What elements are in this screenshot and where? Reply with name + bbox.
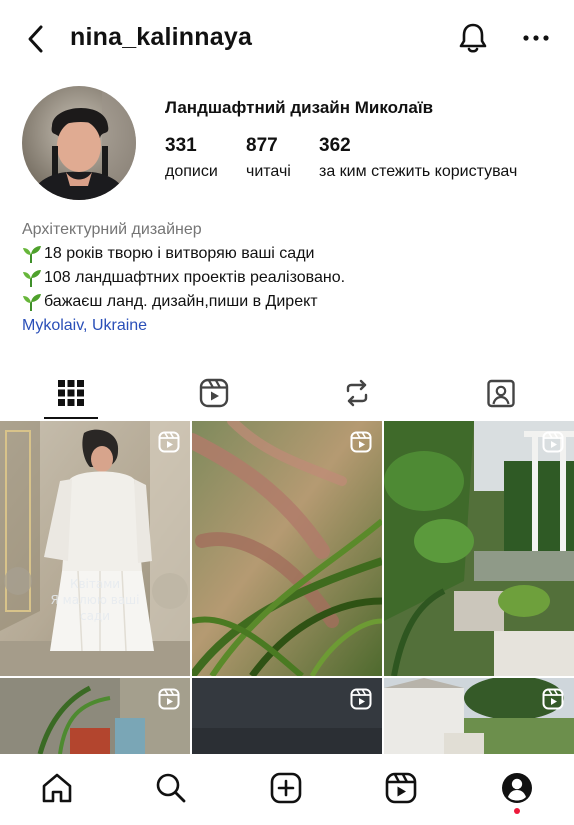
- post-overlay-line: сади: [79, 609, 111, 623]
- active-tab-indicator: [44, 417, 98, 419]
- grid-post[interactable]: [192, 421, 382, 676]
- nav-profile[interactable]: [497, 768, 537, 808]
- tab-reels[interactable]: [184, 370, 244, 416]
- tab-reposts[interactable]: [327, 370, 387, 416]
- bio-line: 18 років творю і витворяю ваші сади: [22, 242, 562, 266]
- home-icon: [42, 773, 72, 803]
- stat-posts-label: дописи: [165, 163, 218, 180]
- stat-posts[interactable]: 331 дописи: [165, 135, 218, 181]
- profile-avatar[interactable]: [22, 86, 136, 200]
- posts-grid: Квітами Я малюю ваші сади: [0, 421, 574, 754]
- profile-notification-dot: [514, 808, 520, 814]
- tab-tagged[interactable]: [471, 370, 531, 416]
- tagged-user-icon: [487, 379, 515, 408]
- back-button[interactable]: [22, 22, 54, 56]
- bio-line-text: бажаєш ланд. дизайн,пиши в Директ: [44, 293, 318, 310]
- post-thumbnail: [0, 421, 190, 676]
- stat-followers-count: 877: [246, 135, 278, 156]
- stat-followers-label: читачі: [246, 163, 291, 180]
- grid-post[interactable]: [0, 678, 190, 754]
- bio-line: бажаєш ланд. дизайн,пиши в Директ: [22, 290, 562, 314]
- top-bar: nina_kalinnaya: [0, 0, 574, 76]
- nav-reels[interactable]: [381, 768, 421, 808]
- avatar-photo: [22, 86, 136, 200]
- bio-line-text: 18 років творю і витворяю ваші сади: [44, 245, 315, 262]
- notifications-button[interactable]: [456, 20, 490, 56]
- post-overlay-line: Квітами: [69, 577, 121, 591]
- stat-following-count: 362: [319, 135, 351, 156]
- bio-category: Архітектурний дизайнер: [22, 221, 202, 238]
- post-thumbnail: [192, 421, 382, 676]
- profile-bio: Архітектурний дизайнер 18 років творю і …: [22, 218, 562, 338]
- bell-icon: [459, 23, 487, 53]
- add-post-icon: [270, 772, 302, 804]
- repost-icon: [346, 379, 368, 407]
- bottom-navigation: [0, 754, 574, 825]
- reels-icon: [385, 772, 417, 804]
- seedling-icon: [23, 246, 41, 263]
- profile-icon: [502, 773, 532, 803]
- bio-location-link[interactable]: Mykolaiv, Ukraine: [22, 314, 562, 338]
- stat-followers[interactable]: 877 читачі: [246, 135, 291, 181]
- more-horizontal-icon: [523, 35, 549, 41]
- grid-post[interactable]: Квітами Я малюю ваші сади: [0, 421, 190, 676]
- nav-search[interactable]: [151, 768, 191, 808]
- reel-badge-icon: [158, 688, 180, 710]
- post-overlay-caption: Квітами Я малюю ваші сади: [0, 576, 190, 624]
- profile-tabs: [0, 370, 574, 420]
- nav-create[interactable]: [266, 768, 306, 808]
- bio-line-text: 108 ландшафтних проектів реалізовано.: [44, 269, 346, 286]
- reel-badge-icon: [350, 688, 372, 710]
- stat-following[interactable]: 362 за ким стежить користувач: [319, 135, 517, 181]
- seedling-icon: [23, 270, 41, 287]
- stat-posts-count: 331: [165, 135, 197, 156]
- grid-icon: [58, 380, 84, 406]
- grid-post[interactable]: [192, 678, 382, 754]
- reel-badge-icon: [542, 688, 564, 710]
- nav-home[interactable]: [37, 768, 77, 808]
- tab-posts-grid[interactable]: [41, 370, 101, 416]
- seedling-icon: [23, 294, 41, 311]
- post-overlay-line: Я малюю ваші: [50, 593, 140, 607]
- profile-username[interactable]: nina_kalinnaya: [70, 23, 252, 52]
- post-thumbnail: [384, 421, 574, 676]
- profile-display-name: Ландшафтний дизайн Миколаїв: [165, 98, 434, 117]
- reel-badge-icon: [158, 431, 180, 453]
- bio-line: 108 ландшафтних проектів реалізовано.: [22, 266, 562, 290]
- grid-post[interactable]: [384, 678, 574, 754]
- search-icon: [156, 773, 186, 803]
- reels-icon: [199, 378, 229, 408]
- chevron-left-icon: [28, 25, 43, 53]
- more-options-button[interactable]: [522, 25, 550, 51]
- reel-badge-icon: [350, 431, 372, 453]
- grid-post[interactable]: [384, 421, 574, 676]
- reel-badge-icon: [542, 431, 564, 453]
- stat-following-label: за ким стежить користувач: [319, 163, 518, 180]
